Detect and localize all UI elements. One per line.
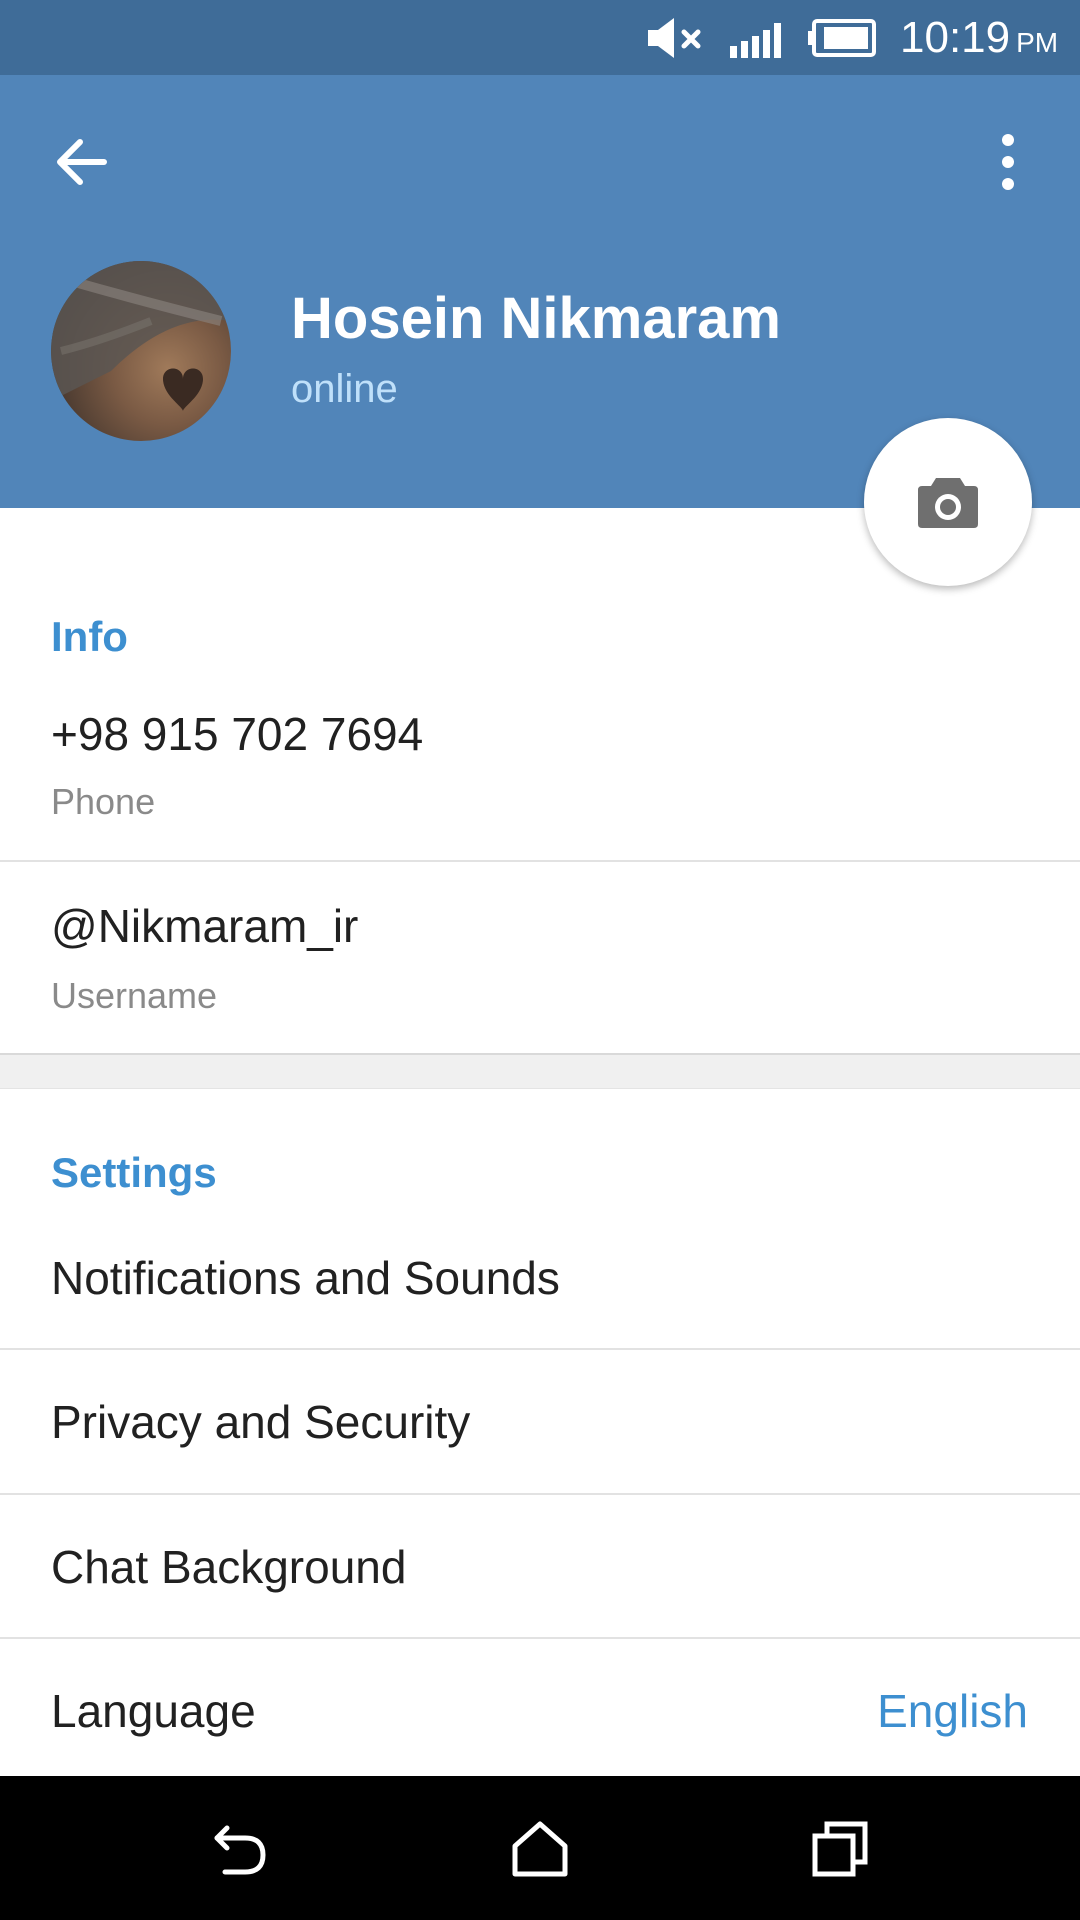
nav-back-button[interactable] — [205, 1814, 275, 1884]
camera-icon — [918, 478, 978, 528]
status-bar: 10:19 PM — [0, 0, 1080, 75]
settings-section-title: Settings — [51, 1149, 217, 1196]
more-vertical-icon — [1002, 134, 1014, 190]
back-icon — [214, 1825, 266, 1875]
setting-chat-background[interactable]: Chat Background — [0, 1495, 1080, 1639]
setting-language[interactable]: Language English — [0, 1639, 1080, 1783]
avatar[interactable] — [51, 261, 231, 441]
language-value: English — [877, 1685, 1028, 1737]
profile-status: online — [291, 367, 398, 411]
signal-icon — [730, 20, 788, 65]
info-section-title: Info — [51, 613, 128, 660]
divider — [0, 860, 1080, 862]
nav-home-button[interactable] — [505, 1814, 575, 1884]
status-clock: 10:19 PM — [900, 13, 1059, 62]
username-value[interactable]: @Nikmaram_ir — [51, 898, 358, 954]
back-button[interactable] — [50, 130, 114, 194]
recents-icon — [812, 1821, 868, 1877]
home-icon — [512, 1821, 568, 1877]
more-options-button[interactable] — [980, 130, 1040, 194]
navigation-bar — [0, 1776, 1080, 1920]
username-label: Username — [51, 975, 218, 1016]
phone-value[interactable]: +98 915 702 7694 — [51, 706, 423, 762]
battery-icon — [808, 18, 878, 63]
arrow-left-icon — [57, 139, 107, 185]
setting-label: Language — [51, 1685, 256, 1737]
setting-label: Notifications and Sounds — [51, 1252, 560, 1304]
phone-label: Phone — [51, 781, 156, 822]
nav-recents-button[interactable] — [805, 1814, 875, 1884]
setting-privacy-and-security[interactable]: Privacy and Security — [0, 1350, 1080, 1494]
camera-button[interactable] — [864, 418, 1032, 586]
setting-label: Privacy and Security — [51, 1396, 471, 1448]
section-separator — [0, 1053, 1080, 1089]
volume-muted-icon — [646, 14, 708, 67]
setting-notifications-and-sounds[interactable]: Notifications and Sounds — [0, 1206, 1080, 1350]
profile-name: Hosein Nikmaram — [291, 286, 781, 351]
setting-label: Chat Background — [51, 1541, 407, 1593]
